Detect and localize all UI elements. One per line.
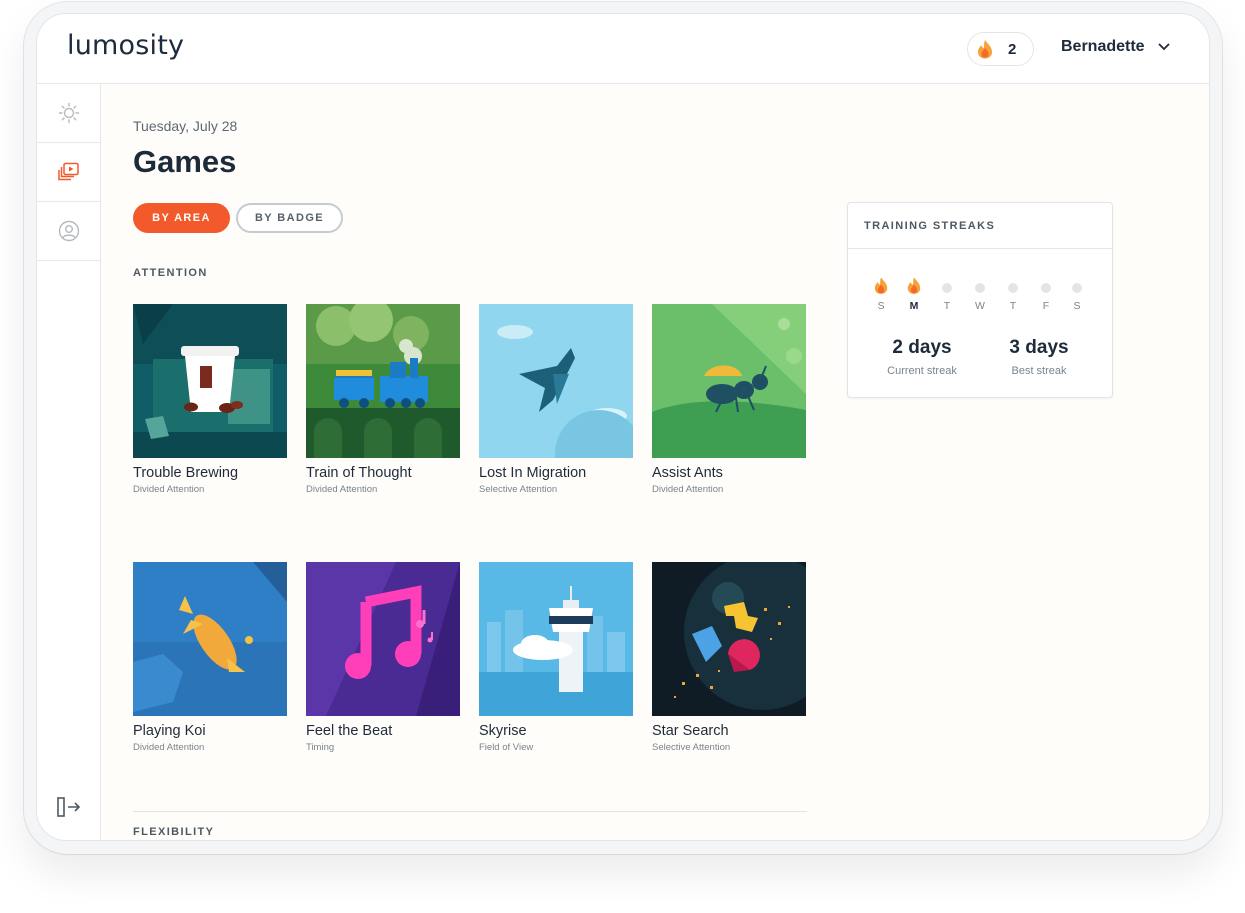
game-card[interactable]: Lost In Migration Selective Attention bbox=[479, 304, 633, 495]
flame-icon bbox=[907, 277, 921, 294]
game-name: Train of Thought bbox=[306, 465, 412, 481]
star-search-thumbnail bbox=[652, 562, 806, 716]
game-card[interactable]: Feel the Beat Timing bbox=[306, 562, 460, 753]
card-title: TRAINING STREAKS bbox=[848, 203, 1112, 249]
streak-badge[interactable]: 2 bbox=[967, 32, 1034, 66]
empty-day-dot bbox=[1041, 283, 1051, 293]
best-streak-value: 3 days bbox=[1009, 337, 1069, 358]
day-letter: W bbox=[975, 300, 985, 312]
game-name: Feel the Beat bbox=[306, 723, 393, 739]
lumosity-logo[interactable]: lumosity bbox=[67, 30, 184, 61]
day-letter: S bbox=[1073, 300, 1081, 312]
game-card[interactable]: Star Search Selective Attention bbox=[652, 562, 806, 753]
section-label-flexibility: FLEXIBILITY bbox=[133, 826, 215, 838]
day-saturday: S bbox=[1067, 273, 1087, 312]
top-bar: lumosity 2 Bernadette bbox=[37, 14, 1209, 84]
game-area: Divided Attention bbox=[306, 484, 378, 495]
empty-day-dot bbox=[1072, 283, 1082, 293]
day-letter: T bbox=[1009, 300, 1017, 312]
day-letter: M bbox=[909, 300, 919, 312]
game-area: Field of View bbox=[479, 742, 534, 753]
page-title: Games bbox=[133, 144, 237, 179]
user-name[interactable]: Bernadette bbox=[1061, 38, 1145, 56]
skyrise-thumbnail bbox=[479, 562, 633, 716]
game-card[interactable]: Skyrise Field of View bbox=[479, 562, 633, 753]
game-name: Lost In Migration bbox=[479, 465, 587, 481]
day-sunday: S bbox=[871, 273, 891, 312]
sidebar-item-profile[interactable] bbox=[37, 202, 100, 261]
day-tuesday: T bbox=[937, 273, 957, 312]
game-card[interactable]: Assist Ants Divided Attention bbox=[652, 304, 806, 495]
game-area: Divided Attention bbox=[133, 742, 205, 753]
app-screen: lumosity 2 Bernadette Tuesday, July 28 G… bbox=[36, 13, 1210, 841]
day-thursday: T bbox=[1003, 273, 1023, 312]
flame-icon bbox=[874, 277, 888, 294]
sidebar-item-home[interactable] bbox=[37, 84, 100, 143]
game-name: Star Search bbox=[652, 723, 729, 739]
profile-icon bbox=[58, 220, 79, 242]
game-name: Playing Koi bbox=[133, 723, 206, 739]
day-friday: F bbox=[1036, 273, 1056, 312]
day-monday: M bbox=[904, 273, 924, 312]
logout-icon[interactable] bbox=[57, 796, 81, 818]
by-area-button[interactable]: BY AREA bbox=[133, 203, 230, 233]
flame-icon bbox=[978, 40, 992, 59]
games-icon bbox=[57, 162, 79, 181]
game-area: Selective Attention bbox=[479, 484, 558, 495]
best-streak-label: Best streak bbox=[1011, 365, 1067, 377]
training-streaks-card: TRAINING STREAKS S M T W T F S 2 days Cu… bbox=[847, 202, 1113, 398]
empty-day-dot bbox=[975, 283, 985, 293]
section-label-attention: ATTENTION bbox=[133, 267, 208, 279]
chevron-down-icon[interactable] bbox=[1157, 42, 1171, 52]
day-letter: S bbox=[877, 300, 885, 312]
game-name: Trouble Brewing bbox=[133, 465, 239, 481]
game-area: Divided Attention bbox=[652, 484, 724, 495]
sun-icon bbox=[58, 102, 79, 124]
current-date: Tuesday, July 28 bbox=[133, 118, 238, 134]
game-area: Timing bbox=[306, 742, 335, 753]
day-letter: T bbox=[943, 300, 951, 312]
game-name: Skyrise bbox=[479, 723, 527, 739]
game-card[interactable]: Train of Thought Divided Attention bbox=[306, 304, 460, 495]
game-card[interactable]: Trouble Brewing Divided Attention bbox=[133, 304, 287, 495]
day-wednesday: W bbox=[970, 273, 990, 312]
by-badge-button[interactable]: BY BADGE bbox=[236, 203, 343, 233]
game-area: Divided Attention bbox=[133, 484, 205, 495]
day-letter: F bbox=[1042, 300, 1050, 312]
empty-day-dot bbox=[942, 283, 952, 293]
streak-count: 2 bbox=[1008, 40, 1017, 58]
lost-in-migration-thumbnail bbox=[479, 304, 633, 458]
game-name: Assist Ants bbox=[652, 465, 723, 481]
playing-koi-thumbnail bbox=[133, 562, 287, 716]
current-streak: 2 days Current streak bbox=[862, 337, 982, 377]
game-card[interactable]: Playing Koi Divided Attention bbox=[133, 562, 287, 753]
best-streak: 3 days Best streak bbox=[979, 337, 1099, 377]
assist-ants-thumbnail bbox=[652, 304, 806, 458]
sidebar bbox=[37, 84, 101, 840]
feel-the-beat-thumbnail bbox=[306, 562, 460, 716]
current-streak-value: 2 days bbox=[892, 337, 952, 358]
train-of-thought-thumbnail bbox=[306, 304, 460, 458]
game-area: Selective Attention bbox=[652, 742, 731, 753]
section-divider bbox=[133, 811, 807, 812]
current-streak-label: Current streak bbox=[887, 365, 957, 377]
trouble-brewing-thumbnail bbox=[133, 304, 287, 458]
sidebar-item-games[interactable] bbox=[37, 143, 100, 202]
empty-day-dot bbox=[1008, 283, 1018, 293]
